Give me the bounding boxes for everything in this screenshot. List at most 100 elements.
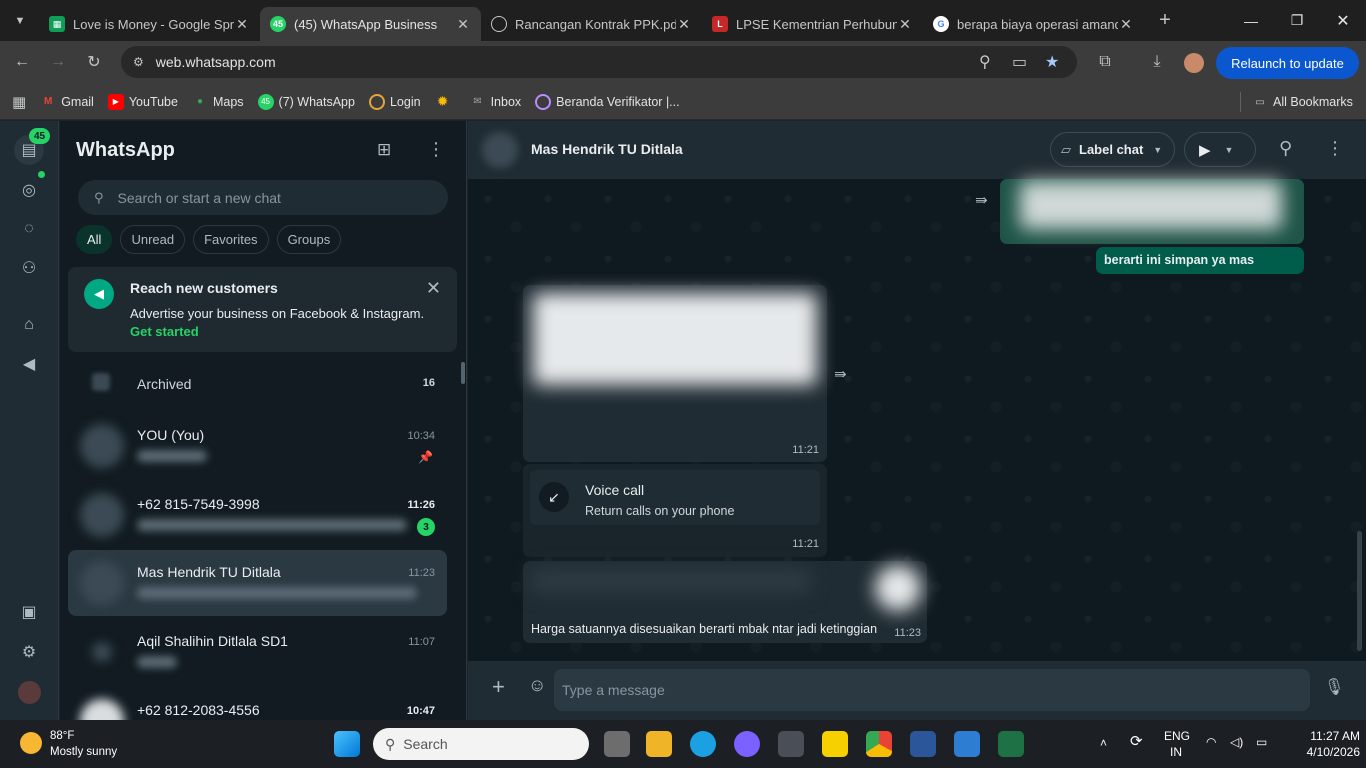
- forward-button[interactable]: →: [41, 45, 75, 79]
- menu-icon[interactable]: ⋮: [1326, 138, 1344, 159]
- clock-time[interactable]: 11:27 AM: [1290, 729, 1360, 744]
- contact-name[interactable]: Mas Hendrik TU Ditlala: [531, 141, 683, 157]
- close-icon[interactable]: ✕: [1118, 16, 1134, 33]
- chevron-up-icon[interactable]: ˄: [1100, 736, 1107, 751]
- clock-date[interactable]: 4/10/2026: [1290, 745, 1360, 760]
- profile-avatar[interactable]: [1184, 53, 1204, 73]
- voice-call-bubble[interactable]: ↙ Voice call Return calls on your phone …: [523, 464, 827, 557]
- file-explorer-icon[interactable]: [646, 731, 672, 757]
- bookmark-login[interactable]: Login: [368, 93, 421, 110]
- new-chat-icon[interactable]: ⊞: [377, 140, 391, 160]
- sticky-notes-icon[interactable]: [822, 731, 848, 757]
- relaunch-button[interactable]: Relaunch to update: [1216, 47, 1359, 79]
- close-icon[interactable]: ✕: [676, 16, 692, 33]
- media-icon[interactable]: ▣: [14, 597, 44, 627]
- start-icon[interactable]: [334, 731, 360, 757]
- bookmark-gmail[interactable]: M Gmail: [40, 94, 94, 110]
- filter-unread[interactable]: Unread: [120, 225, 186, 254]
- menu-icon[interactable]: ⋮: [427, 139, 445, 160]
- excel-icon[interactable]: [998, 731, 1024, 757]
- weather-icon[interactable]: [20, 732, 42, 754]
- chat-row[interactable]: +62 815-7549-3998 11:26 3: [68, 482, 447, 548]
- close-icon[interactable]: ✕: [234, 16, 250, 33]
- maximize-button[interactable]: ❐: [1274, 0, 1320, 41]
- communities-icon[interactable]: ⚇: [14, 253, 44, 283]
- close-icon[interactable]: ✕: [897, 16, 913, 33]
- outgoing-message[interactable]: berarti ini simpan ya mas: [1096, 247, 1304, 274]
- chrome-icon[interactable]: [866, 731, 892, 757]
- tab-search-button[interactable]: ▼: [5, 6, 35, 36]
- close-icon[interactable]: ✕: [455, 16, 471, 33]
- tab-pdf[interactable]: Rancangan Kontrak PPK.pdf ✕: [481, 7, 702, 41]
- settings-icon[interactable]: ⚙: [14, 637, 44, 667]
- archived-row[interactable]: Archived 16: [68, 357, 447, 411]
- task-view-icon[interactable]: [604, 731, 630, 757]
- message-input[interactable]: Type a message: [554, 669, 1310, 711]
- bookmark-inbox[interactable]: ✉ Inbox: [470, 94, 521, 110]
- language-secondary[interactable]: IN: [1170, 745, 1182, 760]
- taskbar-search[interactable]: ⚲ Search: [373, 728, 589, 760]
- bookmark-photos[interactable]: ✹: [435, 93, 456, 110]
- profile-avatar[interactable]: [18, 681, 41, 704]
- tab-lpse[interactable]: L LPSE Kementrian Perhubung ✕: [702, 7, 923, 41]
- contact-avatar[interactable]: [482, 132, 518, 168]
- battery-icon[interactable]: ▭: [1256, 735, 1267, 750]
- close-icon[interactable]: ✕: [426, 278, 441, 299]
- zoom-icon[interactable]: ⚲: [979, 52, 991, 72]
- new-tab-button[interactable]: +: [1150, 9, 1180, 32]
- catalog-icon[interactable]: ⌂: [14, 310, 44, 340]
- install-icon[interactable]: ▭: [1012, 52, 1027, 72]
- star-icon[interactable]: ★: [1045, 52, 1059, 72]
- minimize-button[interactable]: —: [1228, 0, 1274, 41]
- apps-icon[interactable]: ▦: [12, 93, 26, 111]
- tab-google[interactable]: G berapa biaya operasi amand ✕: [923, 7, 1144, 41]
- video-call-button[interactable]: ▶ ▼: [1184, 132, 1256, 167]
- forward-icon[interactable]: ⇛: [834, 365, 847, 383]
- ads-icon[interactable]: ◀: [14, 349, 44, 379]
- filter-groups[interactable]: Groups: [276, 225, 342, 254]
- tab-whatsapp[interactable]: 45 (45) WhatsApp Business ✕: [260, 7, 481, 41]
- bookmark-maps[interactable]: ● Maps: [192, 94, 244, 110]
- bookmark-verifikator[interactable]: Beranda Verifikator |...: [535, 93, 680, 110]
- outgoing-media-bubble[interactable]: [1000, 179, 1304, 244]
- download-icon[interactable]: ⤓: [1140, 45, 1174, 79]
- scrollbar[interactable]: [1357, 531, 1362, 651]
- get-started-link[interactable]: Get started: [130, 324, 199, 339]
- extensions-icon[interactable]: ⧉: [1088, 45, 1122, 79]
- site-info-icon[interactable]: ⚙: [133, 55, 144, 69]
- chat-row[interactable]: Aqil Shalihin Ditlala SD1 11:07: [68, 619, 447, 685]
- scrollbar[interactable]: [461, 362, 465, 384]
- weather-temp[interactable]: 88°F: [50, 729, 74, 744]
- incoming-media-bubble[interactable]: 11:21: [523, 285, 827, 462]
- language-primary[interactable]: ENG: [1164, 729, 1190, 744]
- wifi-icon[interactable]: ◠: [1206, 735, 1216, 750]
- word-icon[interactable]: [910, 731, 936, 757]
- close-window-button[interactable]: ✕: [1320, 0, 1366, 41]
- plus-icon[interactable]: +: [492, 674, 505, 700]
- calculator-icon[interactable]: [954, 731, 980, 757]
- chat-row-you[interactable]: YOU (You) 10:34 📌: [68, 413, 447, 479]
- sync-icon[interactable]: ⟳: [1130, 734, 1143, 749]
- filter-all[interactable]: All: [76, 225, 113, 254]
- label-chat-button[interactable]: ▱ Label chat ▼: [1050, 132, 1175, 167]
- bookmark-whatsapp[interactable]: 45 (7) WhatsApp: [257, 93, 355, 110]
- status-icon[interactable]: ◎: [14, 175, 44, 205]
- volume-icon[interactable]: ◁): [1230, 735, 1243, 750]
- chat-row[interactable]: +62 812-2083-4556 10:47: [68, 688, 447, 720]
- weather-desc[interactable]: Mostly sunny: [50, 745, 117, 760]
- bookmark-youtube[interactable]: ▶ YouTube: [107, 93, 178, 110]
- tab-sheets[interactable]: ▦ Love is Money - Google Spre ✕: [39, 7, 260, 41]
- search-icon[interactable]: ⚲: [1279, 138, 1292, 159]
- microphone-icon[interactable]: 🎙: [1324, 677, 1344, 697]
- reload-button[interactable]: ↻: [77, 45, 111, 79]
- back-button[interactable]: ←: [5, 45, 39, 79]
- edge-icon[interactable]: [690, 731, 716, 757]
- filter-favorites[interactable]: Favorites: [193, 225, 269, 254]
- copilot-icon[interactable]: [734, 731, 760, 757]
- search-input[interactable]: ⚲ Search or start a new chat: [78, 180, 448, 215]
- address-bar[interactable]: ⚙ web.whatsapp.com ⚲ ▭ ★: [121, 46, 1077, 78]
- chat-row-selected[interactable]: Mas Hendrik TU Ditlala 11:23: [68, 550, 447, 616]
- emoji-icon[interactable]: ☺: [528, 675, 546, 696]
- incoming-message[interactable]: Harga satuannya disesuaikan berarti mbak…: [523, 561, 927, 643]
- forward-icon[interactable]: ⇛: [975, 191, 988, 209]
